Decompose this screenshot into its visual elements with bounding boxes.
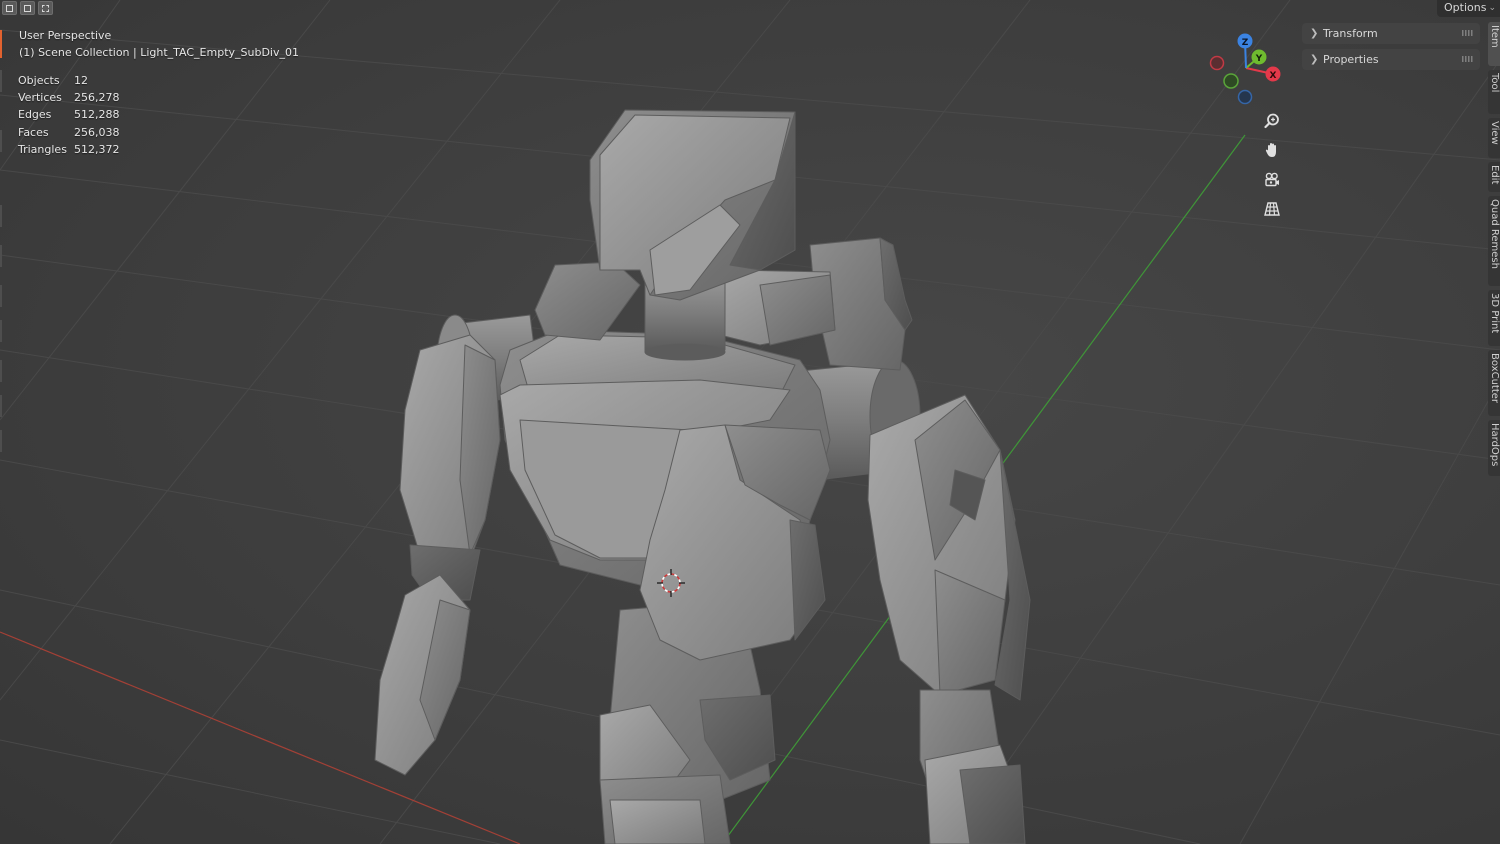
drag-grip-icon[interactable]: [1462, 30, 1474, 36]
tab-label: Edit: [1489, 165, 1500, 185]
tab-view[interactable]: View: [1488, 118, 1500, 158]
panel-label: Transform: [1323, 27, 1378, 40]
tab-hardops[interactable]: HardOps: [1488, 420, 1500, 476]
tab-label: View: [1489, 121, 1500, 145]
tab-label: Item: [1489, 25, 1500, 48]
zoom-icon[interactable]: [1259, 108, 1285, 134]
tab-label: Tool: [1489, 73, 1500, 93]
properties-panel-header[interactable]: ❯ Properties: [1302, 49, 1480, 70]
tab-quad-remesh[interactable]: Quad Remesh: [1488, 196, 1500, 286]
z-axis-label: Z: [1242, 38, 1249, 48]
chevron-right-icon: ❯: [1310, 54, 1319, 65]
x-axis-label: X: [1270, 71, 1277, 81]
3d-viewport[interactable]: Options ⌄ User Perspective (1) Scene Col…: [0, 0, 1500, 844]
ortho-grid-icon[interactable]: [1259, 196, 1285, 222]
neg-y-handle[interactable]: [1223, 73, 1239, 89]
pan-hand-icon[interactable]: [1259, 137, 1285, 163]
drag-grip-icon[interactable]: [1462, 56, 1474, 62]
tab-3d-print[interactable]: 3D Print: [1488, 290, 1500, 346]
panel-label: Properties: [1323, 53, 1379, 66]
tab-label: Quad Remesh: [1489, 199, 1500, 269]
tab-item[interactable]: Item: [1488, 22, 1500, 66]
y-axis-label: Y: [1255, 54, 1263, 64]
tab-edit[interactable]: Edit: [1488, 162, 1500, 192]
tab-label: 3D Print: [1489, 293, 1500, 334]
tab-tool[interactable]: Tool: [1488, 70, 1500, 114]
tab-label: HardOps: [1489, 423, 1500, 467]
tab-label: BoxCutter: [1489, 353, 1500, 404]
sidebar-tabs: Item Tool View Edit Quad Remesh 3D Print…: [1488, 22, 1500, 482]
tab-boxcutter[interactable]: BoxCutter: [1488, 350, 1500, 416]
neg-x-handle[interactable]: [1209, 55, 1225, 71]
chevron-right-icon: ❯: [1310, 28, 1319, 39]
transform-panel-header[interactable]: ❯ Transform: [1302, 23, 1480, 44]
neg-z-handle[interactable]: [1237, 89, 1253, 105]
camera-view-icon[interactable]: [1259, 167, 1285, 193]
